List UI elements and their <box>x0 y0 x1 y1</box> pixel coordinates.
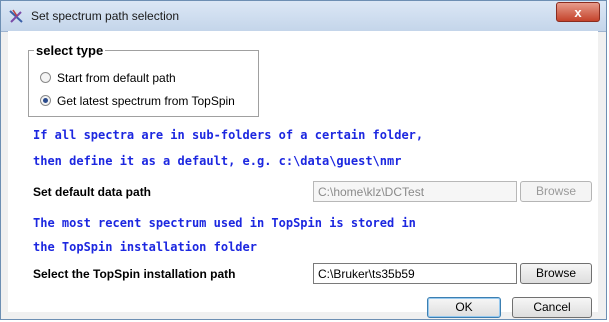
ok-button[interactable]: OK <box>427 297 501 318</box>
window-title: Set spectrum path selection <box>31 9 180 23</box>
title-bar[interactable]: Set spectrum path selection x <box>1 1 606 32</box>
radio-label: Get latest spectrum from TopSpin <box>57 94 235 108</box>
select-type-title: select type <box>34 43 106 58</box>
default-path-browse-button[interactable]: Browse <box>520 181 592 202</box>
info-text-line-1: If all spectra are in sub-folders of a c… <box>33 128 424 142</box>
default-path-field[interactable]: C:\home\klz\DCTest <box>313 181 517 202</box>
radio-button[interactable] <box>40 72 51 84</box>
radio-start-default-path[interactable]: Start from default path <box>40 71 176 85</box>
default-path-label: Set default data path <box>33 185 152 199</box>
cancel-button[interactable]: Cancel <box>512 297 592 318</box>
radio-label: Start from default path <box>57 71 176 85</box>
topspin-path-label: Select the TopSpin installation path <box>33 267 236 281</box>
radio-button[interactable] <box>40 95 51 107</box>
close-button[interactable]: x <box>556 2 600 22</box>
close-icon: x <box>574 5 582 20</box>
info-text-line-3: The most recent spectrum used in TopSpin… <box>33 216 416 230</box>
app-icon <box>9 9 23 23</box>
radio-latest-topspin[interactable]: Get latest spectrum from TopSpin <box>40 94 235 108</box>
info-text-line-4: the TopSpin installation folder <box>33 240 257 254</box>
info-text-line-2: then define it as a default, e.g. c:\dat… <box>33 154 402 168</box>
topspin-path-field[interactable]: C:\Bruker\ts35b59 <box>313 263 517 284</box>
topspin-path-browse-button[interactable]: Browse <box>520 263 592 284</box>
